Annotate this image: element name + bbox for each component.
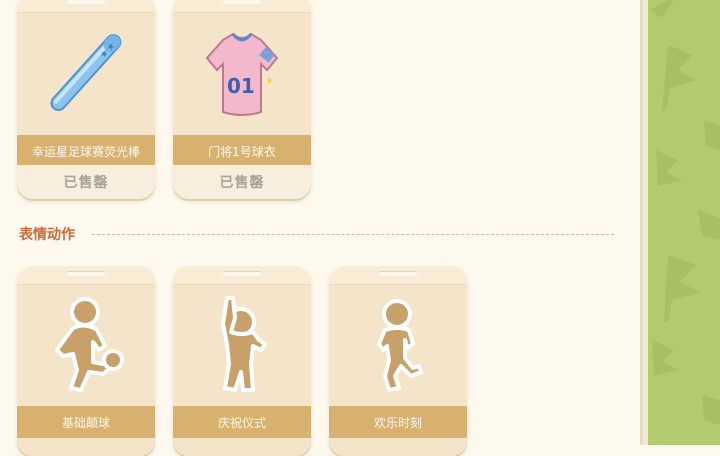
emote-name: 基础颠球 [17,406,155,438]
side-pattern-panel [648,0,720,445]
emote-card-celebrate[interactable]: 庆祝仪式 [173,266,311,456]
card-slot [222,0,262,4]
card-slot [66,0,106,4]
jersey-number: 01 [227,74,255,98]
section-divider [92,234,614,235]
card-slot [378,271,418,276]
emote-name: 庆祝仪式 [173,406,311,438]
item-card-jersey[interactable]: 01 ★ 门将1号球衣 已售罄 [173,0,311,199]
card-tab [17,266,155,285]
item-name: 门将1号球衣 [173,135,311,167]
svg-text:★: ★ [265,76,274,87]
card-slot [222,271,262,276]
card-slot [66,271,106,276]
card-tab [329,266,467,285]
emote-name: 欢乐时刻 [329,406,467,438]
card-tab [173,266,311,285]
glow-stick-icon: ★ ★ [17,12,155,128]
kick-ball-pose-icon [17,284,155,400]
item-card-glow-stick[interactable]: ★ ★ 幸运星足球赛荧光棒 已售罄 [17,0,155,199]
sold-out-label: 已售罄 [17,165,155,199]
emote-card-kick-ball[interactable]: 基础颠球 [17,266,155,456]
item-name: 幸运星足球赛荧光棒 [17,135,155,167]
sold-out-label: 已售罄 [173,165,311,199]
emote-card-happy[interactable]: 欢乐时刻 [329,266,467,456]
happy-pose-icon [329,284,467,400]
jersey-icon: 01 ★ [173,12,311,128]
celebrate-pose-icon [173,284,311,400]
section-title: 表情动作 [19,227,75,243]
